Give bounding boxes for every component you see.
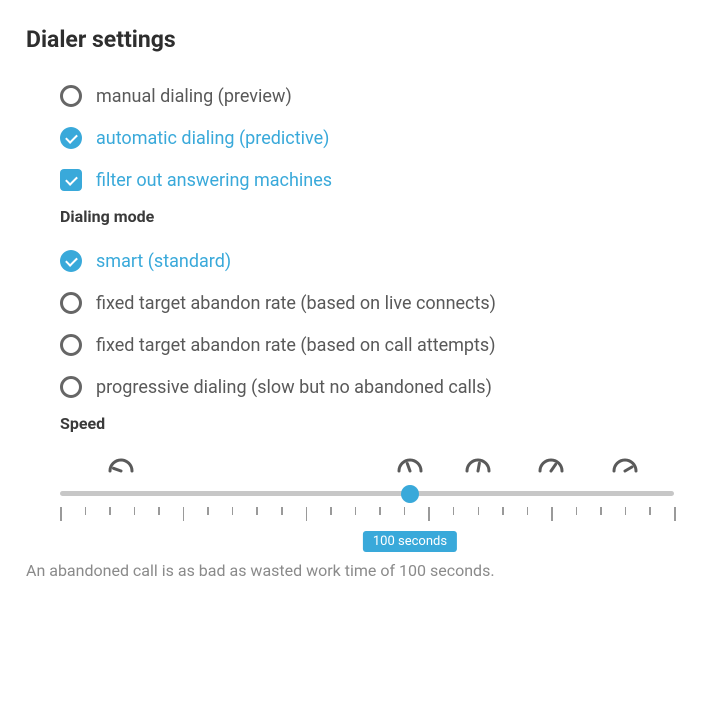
page-title: Dialer settings bbox=[26, 26, 694, 53]
slider-value-bubble: 100 seconds bbox=[363, 531, 457, 552]
speedometer-icon bbox=[611, 455, 639, 479]
radio-automatic-dialing[interactable]: automatic dialing (predictive) bbox=[60, 117, 694, 159]
radio-fixed-abandon-attempts[interactable]: fixed target abandon rate (based on call… bbox=[60, 324, 694, 366]
slider-track bbox=[60, 491, 674, 496]
dialing-mode-heading: Dialing mode bbox=[60, 207, 694, 226]
speed-control: 100 seconds bbox=[60, 447, 694, 529]
radio-progressive-dialing[interactable]: progressive dialing (slow but no abandon… bbox=[60, 366, 694, 408]
speedometer-icon bbox=[107, 455, 135, 479]
radio-label: smart (standard) bbox=[96, 251, 231, 272]
checkbox-filter-answering-machines[interactable]: filter out answering machines bbox=[60, 159, 694, 201]
dialing-mode-group: smart (standard) fixed target abandon ra… bbox=[60, 240, 694, 408]
radio-icon bbox=[60, 85, 82, 107]
radio-label: manual dialing (preview) bbox=[96, 86, 292, 107]
radio-icon-selected bbox=[60, 127, 82, 149]
checkmark-icon bbox=[60, 169, 82, 191]
speedometer-icon bbox=[537, 455, 565, 479]
radio-icon bbox=[60, 334, 82, 356]
radio-icon bbox=[60, 292, 82, 314]
slider-thumb[interactable] bbox=[401, 485, 419, 503]
radio-fixed-abandon-live[interactable]: fixed target abandon rate (based on live… bbox=[60, 282, 694, 324]
radio-icon bbox=[60, 376, 82, 398]
radio-label: progressive dialing (slow but no abandon… bbox=[96, 377, 492, 398]
radio-icon-selected bbox=[60, 250, 82, 272]
radio-label: fixed target abandon rate (based on live… bbox=[96, 293, 496, 314]
speed-caption: An abandoned call is as bad as wasted wo… bbox=[26, 561, 694, 580]
radio-manual-dialing[interactable]: manual dialing (preview) bbox=[60, 75, 694, 117]
speedometer-icon bbox=[396, 455, 424, 479]
radio-label: automatic dialing (predictive) bbox=[96, 128, 329, 149]
speed-heading: Speed bbox=[60, 414, 694, 433]
speed-slider[interactable]: 100 seconds bbox=[60, 491, 674, 529]
checkbox-label: filter out answering machines bbox=[96, 170, 332, 191]
dial-type-group: manual dialing (preview) automatic diali… bbox=[60, 75, 694, 201]
radio-label: fixed target abandon rate (based on call… bbox=[96, 335, 495, 356]
slider-ticks bbox=[60, 507, 674, 525]
radio-smart-standard[interactable]: smart (standard) bbox=[60, 240, 694, 282]
speedometer-icon bbox=[464, 455, 492, 479]
speed-gauge-row bbox=[60, 447, 674, 491]
